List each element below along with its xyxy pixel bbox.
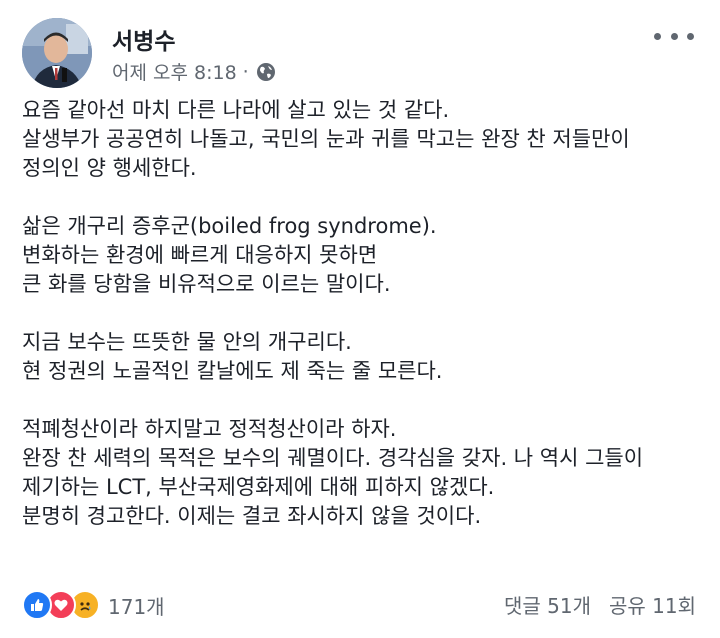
text-line: 제기하는 LCT, 부산국제영화제에 대해 피하지 않겠다. bbox=[22, 475, 495, 499]
text-line: 적폐청산이라 하지말고 정적청산이라 하자. bbox=[22, 417, 397, 441]
paragraph: 요즘 같아선 마치 다른 나라에 살고 있는 것 같다. 살생부가 공공연히 나… bbox=[22, 96, 702, 183]
comment-count[interactable]: 댓글 51개 bbox=[504, 590, 591, 619]
reaction-summary[interactable]: 171개 bbox=[22, 590, 165, 620]
reaction-count: 171개 bbox=[108, 594, 165, 619]
author-name[interactable]: 서병수 bbox=[112, 22, 175, 56]
share-count[interactable]: 공유 11회 bbox=[609, 590, 696, 619]
avatar[interactable] bbox=[22, 18, 92, 88]
globe-icon[interactable] bbox=[256, 62, 276, 82]
meta-separator: · bbox=[242, 60, 249, 83]
text-line: 분명히 경고한다. 이제는 결코 좌시하지 않을 것이다. bbox=[22, 504, 482, 528]
text-line: 살생부가 공공연히 나돌고, 국민의 눈과 귀를 막고는 완장 찬 저들만이 bbox=[22, 127, 630, 151]
post-header: 서병수 어제 오후 8:18 · bbox=[22, 18, 698, 88]
post-footer: 171개 댓글 51개 공유 11회 bbox=[22, 588, 698, 622]
profile-photo bbox=[22, 18, 92, 88]
text-line: 큰 화를 당함을 비유적으로 이르는 말이다. bbox=[22, 272, 391, 296]
text-line: 현 정권의 노골적인 칼날에도 제 죽는 줄 모른다. bbox=[22, 359, 443, 383]
like-icon bbox=[22, 590, 52, 620]
more-horizontal-icon bbox=[654, 32, 661, 40]
text-line: 변화하는 환경에 빠르게 대응하지 못하면 bbox=[22, 243, 378, 267]
paragraph: 적폐청산이라 하지말고 정적청산이라 하자. 완장 찬 세력의 목적은 보수의 … bbox=[22, 415, 702, 531]
text-line: 지금 보수는 뜨뜻한 물 안의 개구리다. bbox=[22, 330, 352, 354]
post-meta: 어제 오후 8:18 · bbox=[112, 58, 276, 85]
paragraph: 삶은 개구리 증후군(boiled frog syndrome). 변화하는 환… bbox=[22, 212, 702, 299]
post-text: 요즘 같아선 마치 다른 나라에 살고 있는 것 같다. 살생부가 공공연히 나… bbox=[22, 96, 702, 560]
post-timestamp[interactable]: 어제 오후 8:18 bbox=[112, 58, 237, 85]
more-options-button[interactable] bbox=[654, 24, 694, 48]
text-line: 정의인 양 행세한다. bbox=[22, 156, 197, 180]
engagement-stats: 댓글 51개 공유 11회 bbox=[504, 590, 696, 619]
text-line: 삶은 개구리 증후군(boiled frog syndrome). bbox=[22, 214, 437, 238]
paragraph: 지금 보수는 뜨뜻한 물 안의 개구리다. 현 정권의 노골적인 칼날에도 제 … bbox=[22, 328, 702, 386]
text-line: 완장 찬 세력의 목적은 보수의 궤멸이다. 경각심을 갖자. 나 역시 그들이 bbox=[22, 446, 644, 470]
text-line: 요즘 같아선 마치 다른 나라에 살고 있는 것 같다. bbox=[22, 98, 450, 122]
